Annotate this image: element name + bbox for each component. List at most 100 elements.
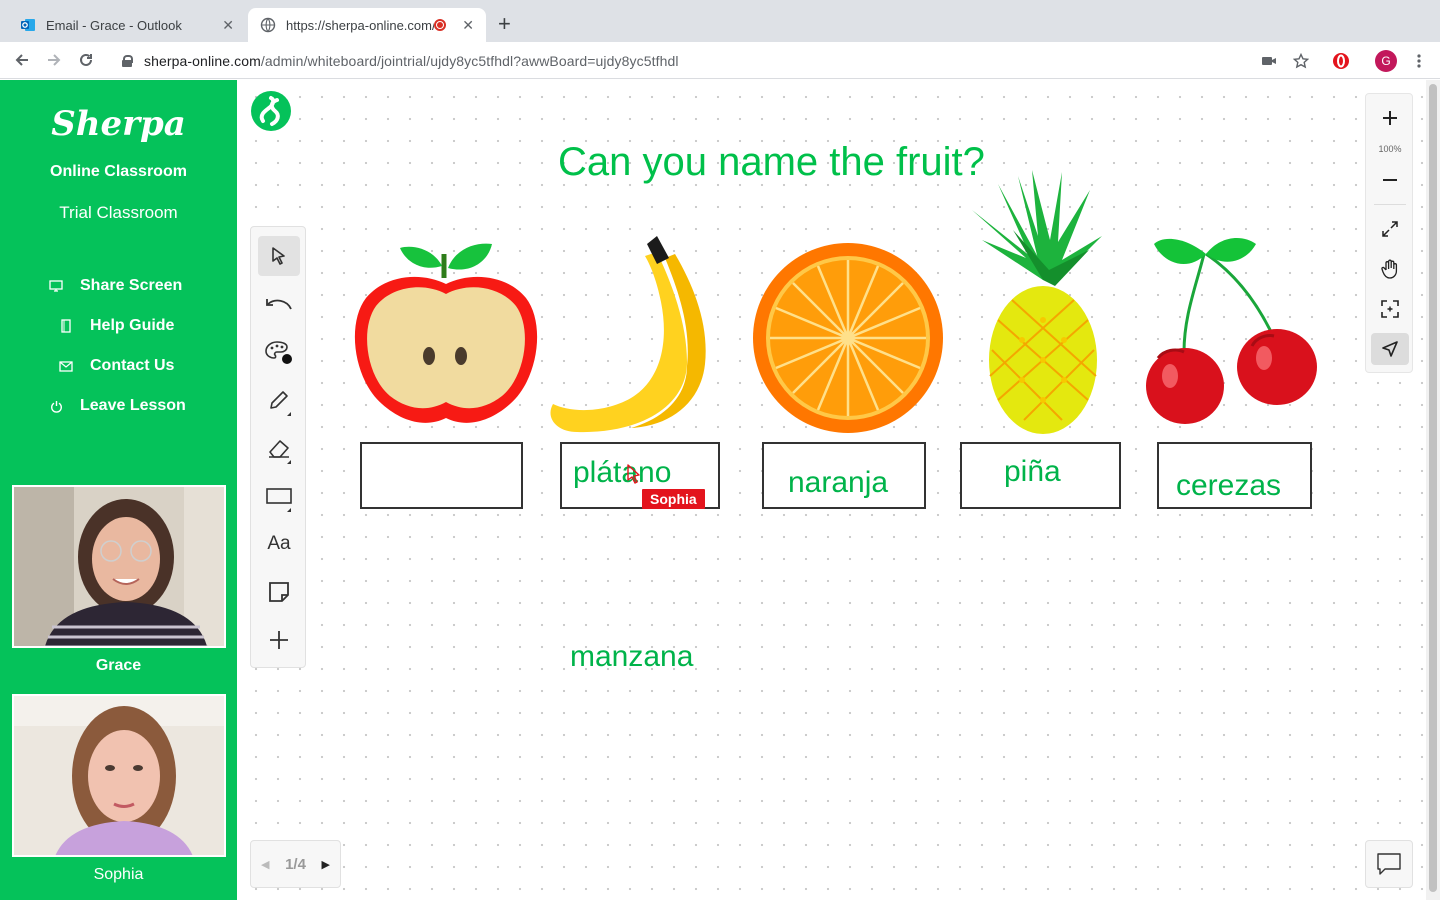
orange-image[interactable] (752, 242, 944, 434)
sticky-note-icon (269, 582, 289, 602)
next-page-icon[interactable]: ▶ (322, 858, 330, 871)
menu-label: Help Guide (90, 317, 175, 334)
sticky-note-tool[interactable] (258, 572, 300, 612)
url-host: sherpa-online.com (144, 53, 261, 69)
zoom-out-button[interactable] (1371, 164, 1409, 196)
pen-tool[interactable] (258, 380, 300, 420)
globe-icon (260, 17, 276, 33)
page-navigator: ◀ 1/4 ▶ (250, 840, 341, 888)
webcam-feed-sophia (14, 696, 224, 855)
power-icon (48, 398, 64, 414)
video-grace (12, 485, 226, 648)
sidebar-subtitle: Online Classroom (50, 163, 187, 180)
laser-pointer-button[interactable] (1371, 333, 1409, 365)
remote-cursor-icon (627, 464, 640, 484)
back-icon[interactable] (10, 49, 34, 71)
lock-icon (122, 55, 133, 67)
outlook-icon (21, 19, 35, 31)
answer-text-pineapple[interactable]: piña (1004, 455, 1061, 489)
zoom-level: 100% (1378, 144, 1402, 154)
vertical-scrollbar[interactable] (1426, 80, 1440, 900)
address-bar[interactable]: sherpa-online.com/admin/whiteboard/joint… (110, 46, 1330, 76)
answer-text-cherries[interactable]: cerezas (1176, 469, 1281, 503)
share-screen-button[interactable]: Share Screen (48, 274, 182, 298)
classroom-name: Trial Classroom (59, 203, 178, 222)
menu-label: Contact Us (90, 357, 175, 374)
select-tool[interactable] (258, 236, 300, 276)
board-title: Can you name the fruit? (558, 140, 985, 184)
eraser-tool[interactable] (258, 428, 300, 468)
text-tool[interactable]: Aa (258, 524, 300, 564)
pan-button[interactable] (1371, 253, 1409, 285)
contact-us-button[interactable]: Contact Us (58, 354, 174, 378)
fullscreen-button[interactable] (1371, 213, 1409, 245)
answer-box-apple[interactable] (360, 442, 523, 509)
webcam-feed-grace (14, 487, 224, 646)
tab-title: Email - Grace - Outlook (46, 17, 182, 33)
pencil-icon (270, 391, 288, 409)
focus-icon (1381, 300, 1399, 318)
eraser-icon (269, 440, 289, 458)
expand-icon (1382, 221, 1398, 237)
fit-screen-button[interactable] (1371, 293, 1409, 325)
camera-icon[interactable] (1258, 50, 1280, 72)
monitor-icon (48, 278, 64, 294)
text-aa-icon: Aa (267, 533, 291, 554)
add-tool[interactable] (258, 620, 300, 660)
divider (1374, 204, 1406, 205)
help-guide-button[interactable]: Help Guide (58, 314, 174, 338)
plus-icon (270, 631, 288, 649)
participant-name: Grace (95, 657, 142, 674)
scrollbar-thumb[interactable] (1429, 84, 1437, 892)
banana-image[interactable] (545, 232, 725, 434)
menu-kebab-icon[interactable] (1408, 50, 1430, 72)
plus-icon (1383, 111, 1397, 125)
book-icon (58, 318, 74, 334)
page-indicator: 1/4 (285, 855, 306, 873)
zoom-in-button[interactable] (1371, 102, 1409, 134)
menu-label: Share Screen (80, 277, 183, 294)
menu-label: Leave Lesson (80, 397, 186, 414)
recording-icon (434, 19, 447, 31)
chat-button[interactable] (1365, 840, 1413, 888)
minus-icon (1383, 179, 1397, 181)
tab-title: https://sherpa-online.com/ (286, 17, 435, 33)
reload-icon[interactable] (74, 49, 98, 71)
profile-initial: G (1375, 50, 1397, 72)
leave-lesson-button[interactable]: Leave Lesson (48, 394, 186, 418)
hand-icon (1381, 259, 1398, 279)
loose-word-manzana[interactable]: manzana (570, 640, 693, 674)
star-icon[interactable] (1290, 50, 1312, 72)
answer-text-orange[interactable]: naranja (788, 466, 888, 500)
palette-icon (265, 341, 292, 364)
pineapple-image[interactable] (972, 170, 1114, 436)
profile-avatar[interactable]: G (1375, 50, 1397, 72)
apple-image[interactable] (352, 238, 540, 430)
shape-tool[interactable] (258, 476, 300, 516)
participant-name: Sophia (93, 866, 144, 883)
cherries-image[interactable] (1144, 236, 1320, 426)
browser-tab-bar: Email - Grace - Outlook ✕ https://sherpa… (0, 0, 1440, 42)
color-picker-tool[interactable] (258, 332, 300, 372)
tab-outlook[interactable]: Email - Grace - Outlook ✕ (8, 8, 246, 42)
navigation-arrow-icon (1382, 341, 1398, 357)
forward-icon[interactable] (42, 49, 66, 71)
tab-sherpa[interactable]: https://sherpa-online.com/ ✕ (248, 8, 486, 42)
close-tab-icon[interactable]: ✕ (222, 17, 234, 34)
undo-tool[interactable] (258, 284, 300, 324)
video-sophia (12, 694, 226, 857)
url-text: sherpa-online.com/admin/whiteboard/joint… (144, 53, 679, 69)
extension-icon[interactable] (1330, 50, 1352, 72)
chat-icon (1377, 853, 1401, 875)
browser-toolbar: sherpa-online.com/admin/whiteboard/joint… (0, 42, 1440, 79)
prev-page-icon[interactable]: ◀ (261, 858, 269, 871)
answer-text-banana[interactable]: plátano (573, 456, 671, 490)
sherpa-mark-icon (251, 91, 291, 131)
url-path: /admin/whiteboard/jointrial/ujdy8yc5tfhd… (260, 53, 679, 69)
close-tab-icon[interactable]: ✕ (462, 17, 474, 34)
cursor-arrow-icon (272, 247, 285, 265)
remote-cursor-label: Sophia (642, 489, 705, 509)
sherpa-logo: Sherpa (51, 104, 186, 144)
undo-icon (266, 299, 292, 310)
new-tab-icon[interactable]: + (498, 12, 511, 36)
